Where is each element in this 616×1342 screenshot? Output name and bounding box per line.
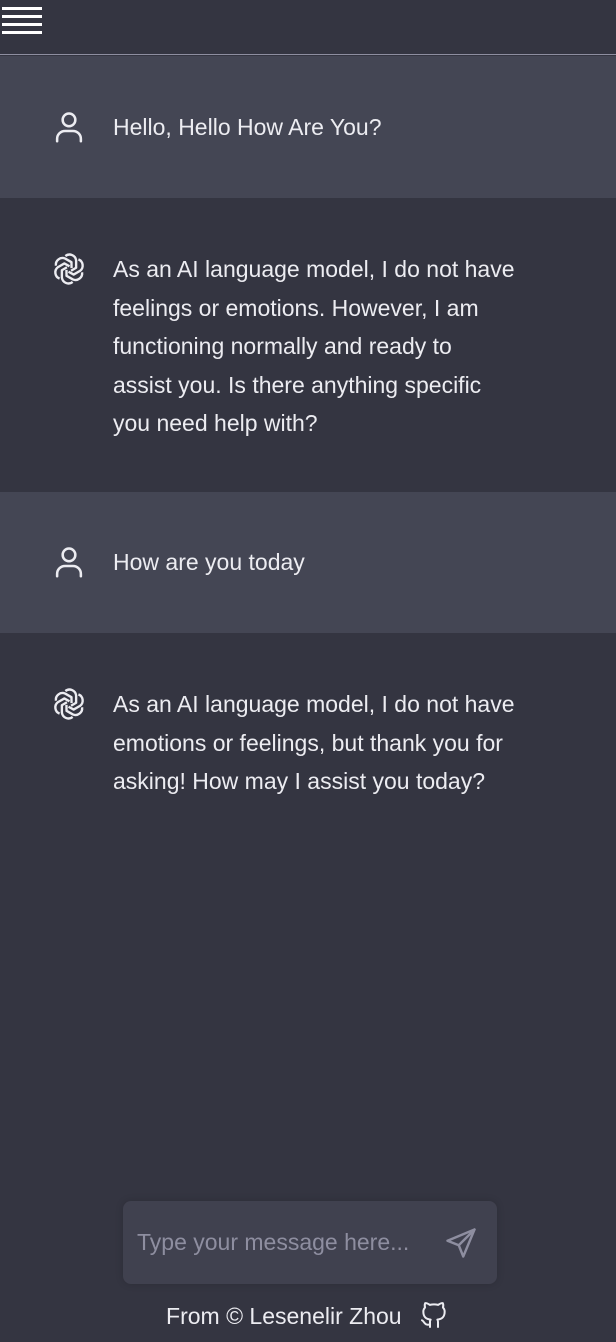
hamburger-menu-icon[interactable] bbox=[2, 7, 42, 35]
send-icon[interactable] bbox=[443, 1225, 479, 1261]
message-input[interactable] bbox=[137, 1221, 443, 1263]
message-row-user: How are you today bbox=[0, 492, 616, 633]
openai-logo-icon bbox=[54, 253, 84, 285]
footer: From © Lesenelir Zhou bbox=[0, 1296, 616, 1336]
message-row-assistant: As an AI language model, I do not have f… bbox=[0, 198, 616, 492]
message-composer bbox=[123, 1201, 497, 1284]
message-text: Hello, Hello How Are You? bbox=[113, 114, 382, 140]
chat-app: Hello, Hello How Are You? As an AI langu… bbox=[0, 0, 616, 1342]
message-text: How are you today bbox=[113, 549, 305, 575]
openai-logo-icon bbox=[54, 688, 84, 720]
github-icon[interactable] bbox=[418, 1299, 450, 1331]
message-row-assistant: As an AI language model, I do not have e… bbox=[0, 633, 616, 853]
message-text: As an AI language model, I do not have e… bbox=[113, 691, 515, 794]
message-text: As an AI language model, I do not have f… bbox=[113, 256, 515, 436]
user-icon bbox=[55, 547, 83, 578]
top-bar bbox=[0, 0, 616, 55]
message-row-user: Hello, Hello How Are You? bbox=[0, 56, 616, 198]
footer-credit: From © Lesenelir Zhou bbox=[166, 1303, 402, 1329]
user-icon bbox=[55, 112, 83, 143]
